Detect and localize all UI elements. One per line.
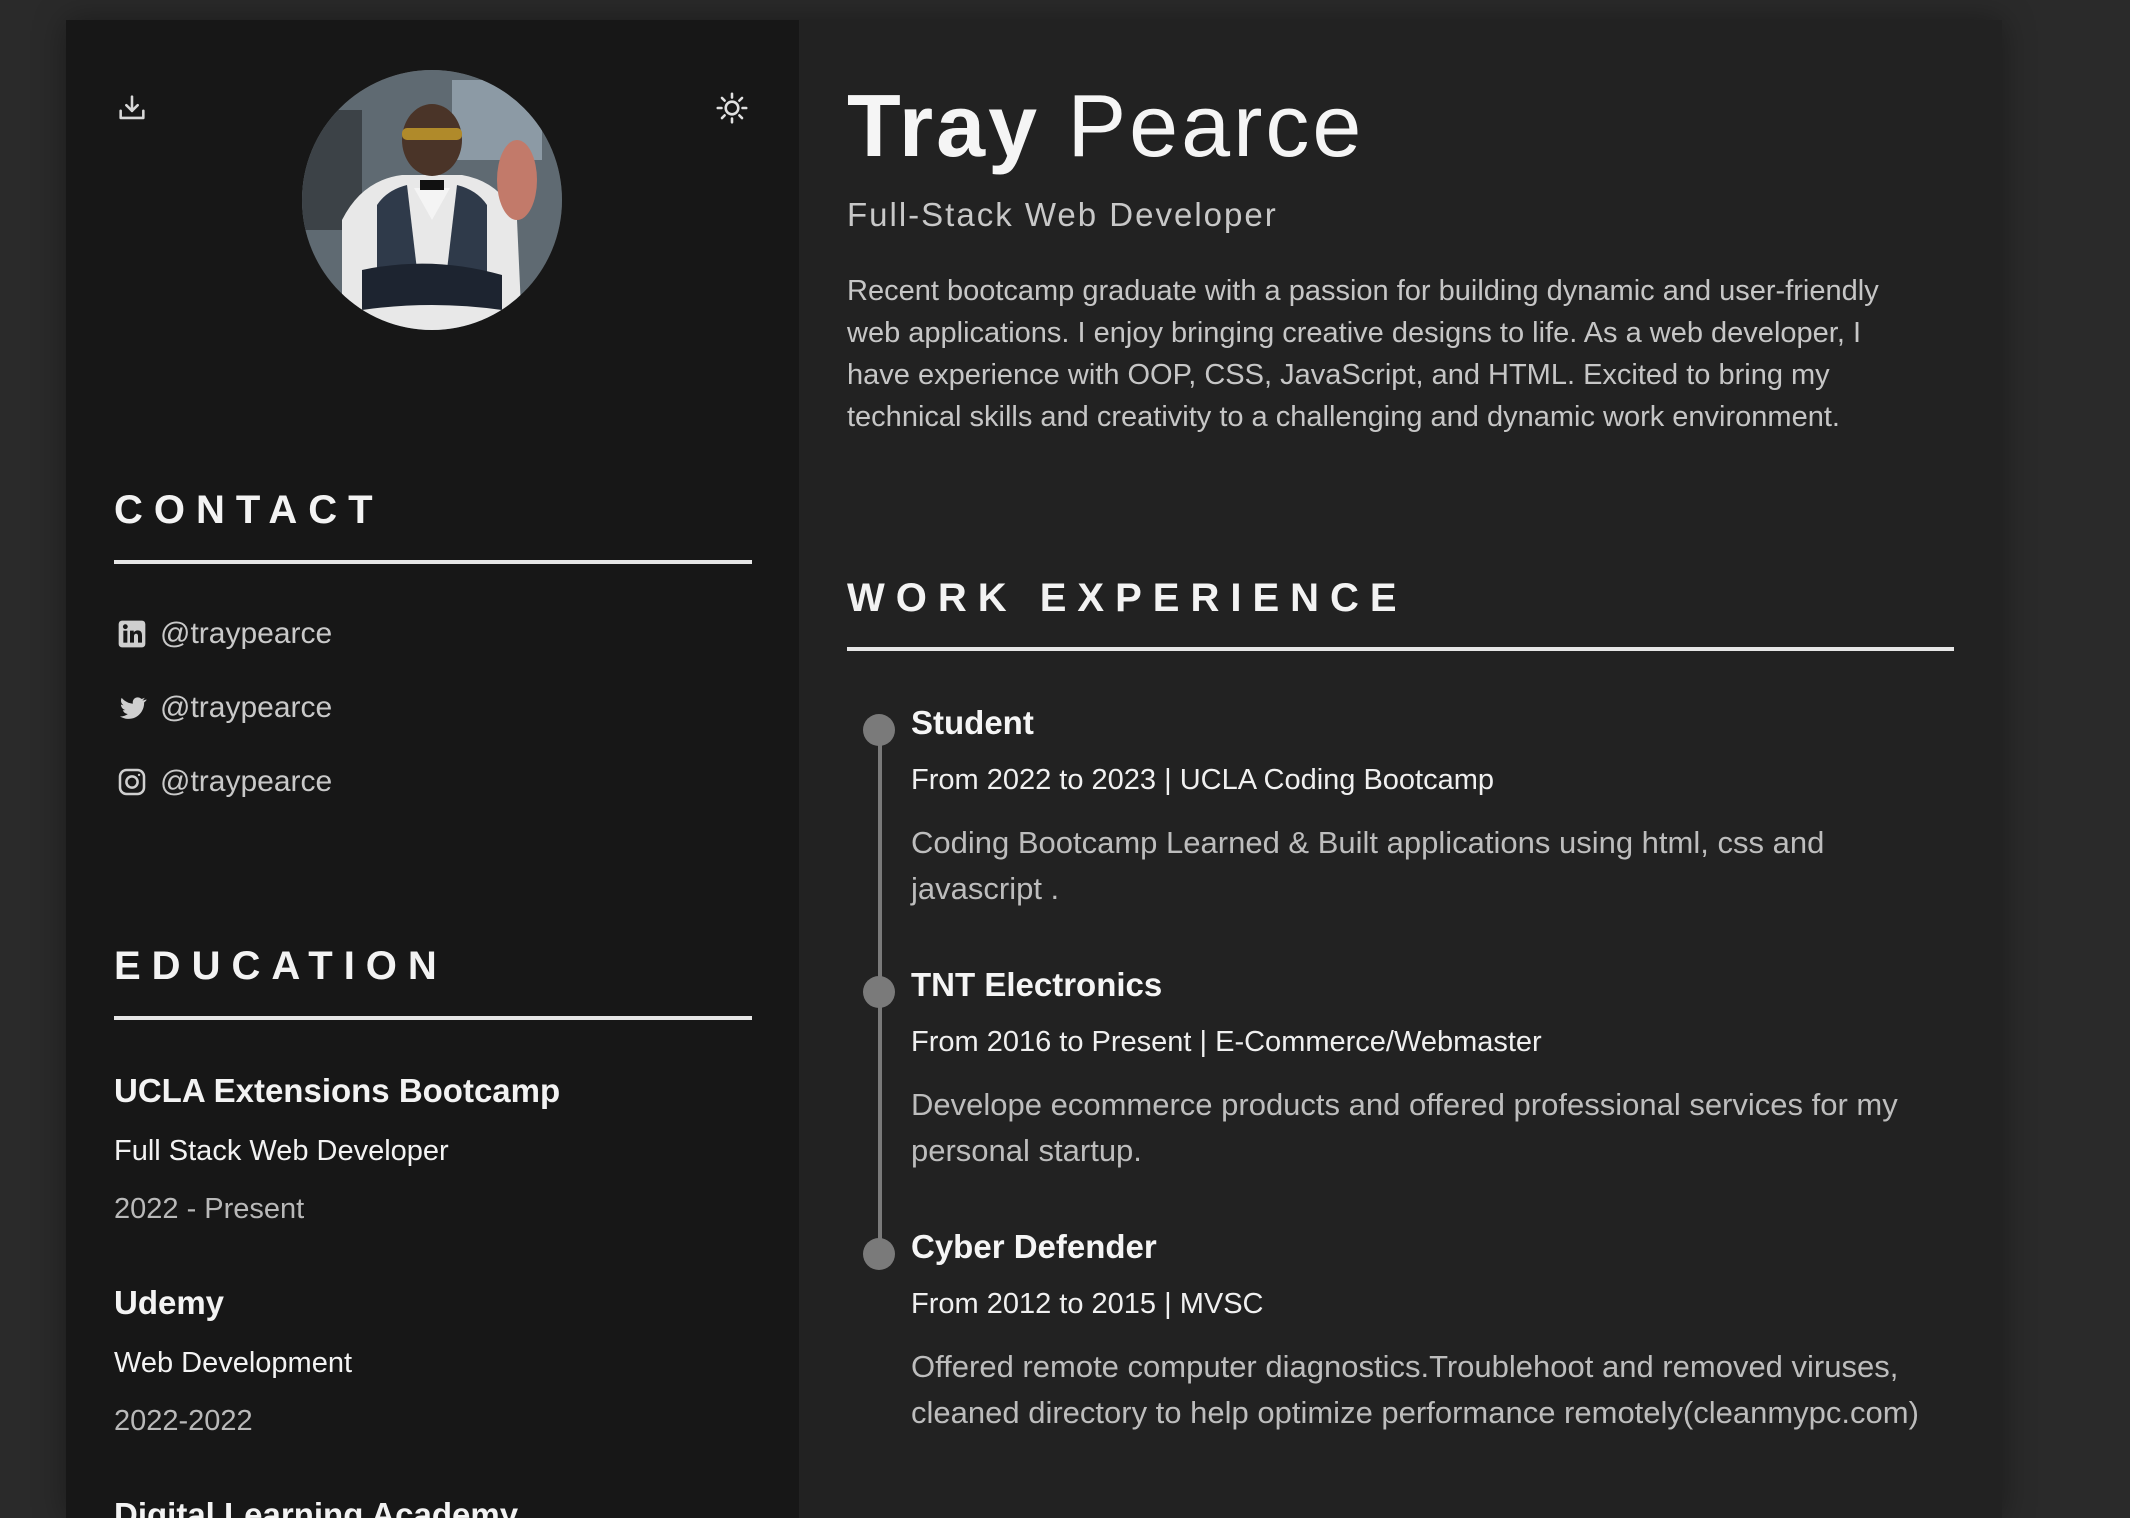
job-meta: From 2016 to Present | E-Commerce/Webmas…	[911, 1026, 1542, 1058]
contact-linkedin[interactable]: @traypearce	[114, 612, 332, 656]
education-school: Udemy	[114, 1284, 225, 1321]
download-button[interactable]	[112, 88, 152, 128]
profile-summary: Recent bootcamp graduate with a passion …	[847, 275, 1879, 433]
education-degree: Web Development	[114, 1347, 353, 1379]
job-title: TNT Electronics	[911, 966, 1163, 1003]
job-description: Develope ecommerce products and offered …	[911, 1087, 1898, 1168]
main-content: Tray Pearce Full-Stack Web Developer Rec…	[799, 20, 2002, 1518]
job-title: Cyber Defender	[911, 1228, 1157, 1265]
resume-page: CONTACT @traypearce @traypearce @traypea…	[66, 20, 2002, 1518]
page-title: Tray Pearce	[847, 82, 1364, 170]
education-heading: EDUCATION	[114, 944, 448, 988]
linkedin-icon	[114, 616, 150, 652]
work-experience-divider	[847, 647, 1954, 651]
sun-icon	[716, 92, 748, 124]
profile-photo	[302, 70, 562, 330]
timeline-dot	[863, 976, 895, 1008]
job-description: Offered remote computer diagnostics.Trou…	[911, 1349, 1919, 1430]
contact-handle: @traypearce	[160, 617, 333, 650]
first-name: Tray	[847, 76, 1041, 175]
education-school: Digital Learning Academy	[114, 1496, 519, 1518]
download-icon	[119, 95, 145, 120]
contact-instagram[interactable]: @traypearce	[114, 760, 332, 804]
job-description: Coding Bootcamp Learned & Built applicat…	[911, 825, 1825, 906]
timeline-dot	[863, 714, 895, 746]
education-school: UCLA Extensions Bootcamp	[114, 1072, 561, 1109]
contact-handle: @traypearce	[160, 691, 333, 724]
work-experience-heading: WORK EXPERIENCE	[847, 576, 1408, 620]
education-divider	[114, 1016, 752, 1020]
last-name: Pearce	[1067, 76, 1365, 175]
job-meta: From 2022 to 2023 | UCLA Coding Bootcamp	[911, 764, 1495, 796]
contact-twitter[interactable]: @traypearce	[114, 686, 332, 730]
sidebar: CONTACT @traypearce @traypearce @traypea…	[66, 20, 799, 1518]
education-years: 2022-2022	[114, 1405, 253, 1437]
timeline-dot	[863, 1238, 895, 1270]
job-title: Student	[911, 704, 1034, 741]
contact-heading: CONTACT	[114, 488, 384, 532]
instagram-icon	[114, 764, 150, 800]
avatar	[302, 70, 562, 330]
theme-toggle-button[interactable]	[712, 88, 752, 128]
education-degree: Full Stack Web Developer	[114, 1135, 449, 1167]
twitter-icon	[114, 690, 150, 726]
education-years: 2022 - Present	[114, 1193, 305, 1225]
contact-divider	[114, 560, 752, 564]
job-role: Full-Stack Web Developer	[847, 196, 1278, 233]
job-meta: From 2012 to 2015 | MVSC	[911, 1288, 1264, 1320]
contact-handle: @traypearce	[160, 765, 333, 798]
